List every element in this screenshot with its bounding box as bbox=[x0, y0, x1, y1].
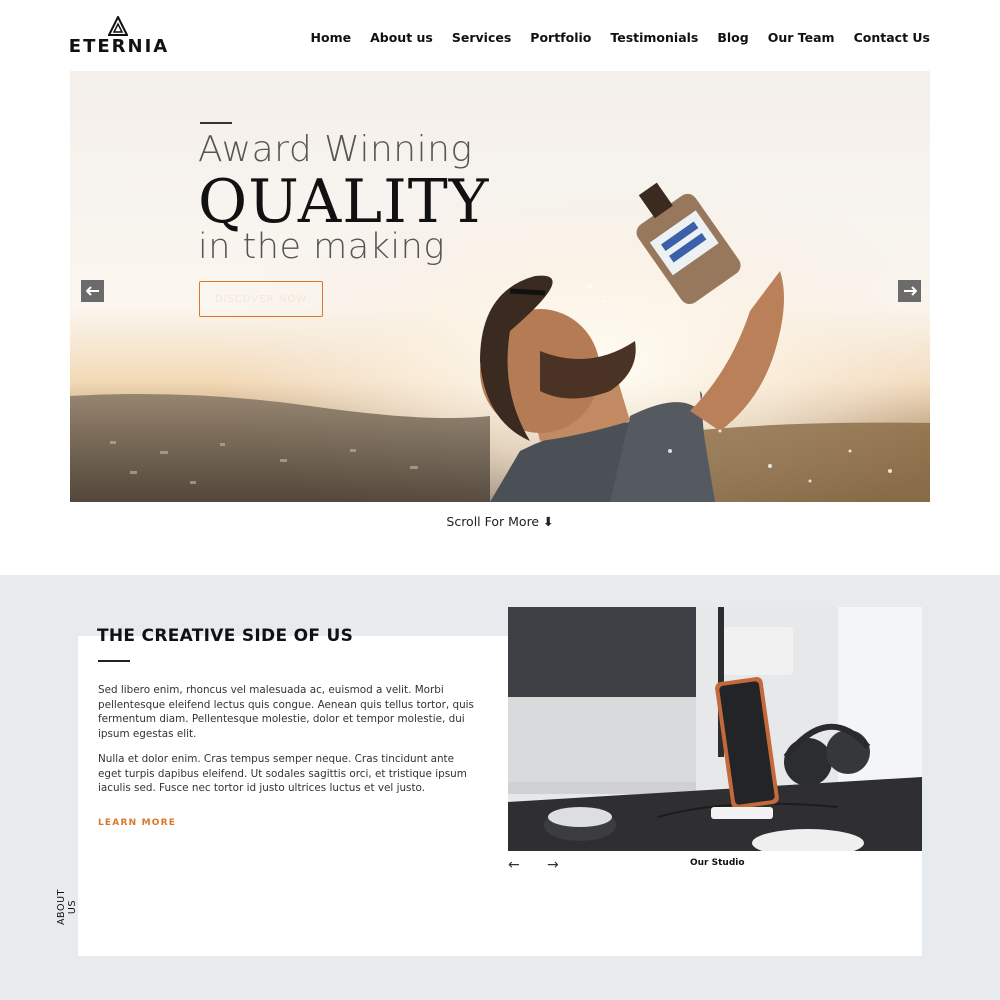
nav-item-portfolio[interactable]: Portfolio bbox=[530, 30, 591, 45]
discover-now-button[interactable]: DISCOVER NOW bbox=[199, 281, 323, 317]
nav-item-blog[interactable]: Blog bbox=[717, 30, 748, 45]
hero-heading-line3: in the making bbox=[198, 227, 445, 267]
about-divider bbox=[98, 660, 130, 662]
hero-heading-line1: Award Winning bbox=[198, 129, 473, 170]
nav-item-our-team[interactable]: Our Team bbox=[768, 30, 835, 45]
hero-slider: Award Winning QUALITY in the making DISC… bbox=[70, 71, 930, 502]
about-title: THE CREATIVE SIDE OF US bbox=[97, 626, 354, 646]
site-logo[interactable]: ETERNIA bbox=[68, 16, 170, 57]
slider-prev-button[interactable] bbox=[81, 280, 104, 302]
arrow-left-icon bbox=[85, 286, 99, 296]
about-us-side-label: ABOUT US bbox=[56, 888, 78, 926]
slider-next-button[interactable] bbox=[898, 280, 921, 302]
logo-triangle-icon bbox=[108, 16, 128, 36]
nav-item-testimonials[interactable]: Testimonials bbox=[610, 30, 698, 45]
arrow-down-icon: ⬇ bbox=[543, 514, 554, 529]
scroll-for-more-label: Scroll For More bbox=[446, 514, 540, 529]
studio-caption: Our Studio bbox=[690, 858, 745, 868]
studio-image bbox=[508, 607, 922, 851]
learn-more-link[interactable]: LEARN MORE bbox=[98, 818, 176, 828]
hero-divider bbox=[200, 122, 232, 124]
nav-item-home[interactable]: Home bbox=[311, 30, 352, 45]
about-paragraph-1: Sed libero enim, rhoncus vel malesuada a… bbox=[98, 684, 474, 740]
studio-next-arrow[interactable]: → bbox=[547, 857, 559, 873]
nav-item-contact-us[interactable]: Contact Us bbox=[854, 30, 930, 45]
arrow-right-icon bbox=[903, 286, 917, 296]
nav-item-services[interactable]: Services bbox=[452, 30, 511, 45]
studio-prev-arrow[interactable]: ← bbox=[508, 857, 520, 873]
nav-item-about-us[interactable]: About us bbox=[370, 30, 433, 45]
main-nav: Home About us Services Portfolio Testimo… bbox=[292, 30, 930, 45]
about-paragraph-2: Nulla et dolor enim. Cras tempus semper … bbox=[98, 753, 467, 795]
logo-text: ETERNIA bbox=[68, 36, 170, 57]
scroll-for-more-link[interactable]: Scroll For More ⬇ bbox=[0, 514, 1000, 529]
